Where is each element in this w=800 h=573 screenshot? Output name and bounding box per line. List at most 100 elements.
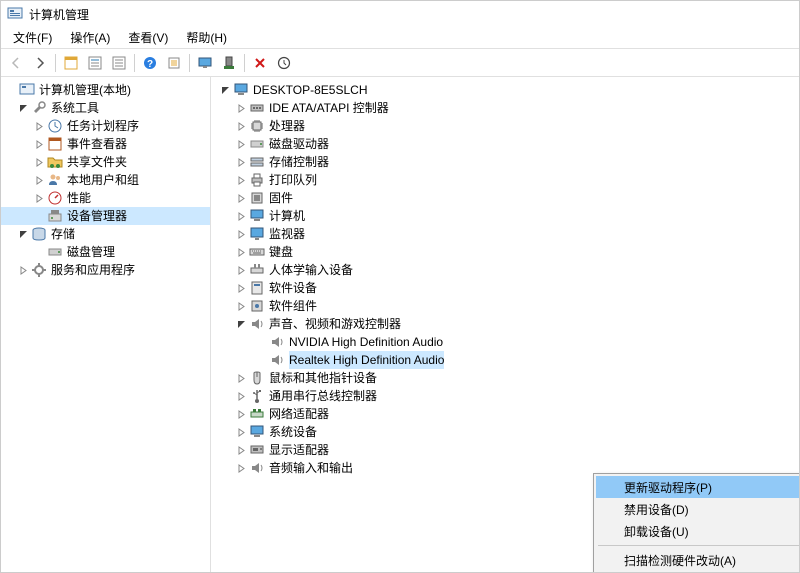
device-firmware[interactable]: 固件	[211, 189, 799, 207]
ctx-uninstall-device[interactable]: 卸载设备(U)	[596, 520, 799, 542]
device-storage-ctrl[interactable]: 存储控制器	[211, 153, 799, 171]
tree-task-scheduler[interactable]: 任务计划程序	[1, 117, 210, 135]
ctx-scan-hardware[interactable]: 扫描检测硬件改动(A)	[596, 549, 799, 571]
device-system[interactable]: 系统设备	[211, 423, 799, 441]
clock-icon	[47, 118, 63, 134]
expander-closed-icon[interactable]	[235, 102, 247, 114]
tree-local-users[interactable]: 本地用户和组	[1, 171, 210, 189]
expander-open-icon[interactable]	[17, 228, 29, 240]
device-network[interactable]: 网络适配器	[211, 405, 799, 423]
device-ide[interactable]: IDE ATA/ATAPI 控制器	[211, 99, 799, 117]
device-root[interactable]: DESKTOP-8E5SLCH	[211, 81, 799, 99]
device-mouse[interactable]: 鼠标和其他指针设备	[211, 369, 799, 387]
device-print-queues[interactable]: 打印队列	[211, 171, 799, 189]
properties-button[interactable]	[84, 52, 106, 74]
toolbar: ?	[1, 49, 799, 77]
tree-label: 磁盘驱动器	[269, 135, 329, 153]
menu-file[interactable]: 文件(F)	[5, 27, 60, 48]
tree-storage[interactable]: 存储	[1, 225, 210, 243]
device-computer[interactable]: 计算机	[211, 207, 799, 225]
forward-button[interactable]	[29, 52, 51, 74]
expander-closed-icon[interactable]	[235, 372, 247, 384]
tree-label: 监视器	[269, 225, 305, 243]
monitor-button[interactable]	[194, 52, 216, 74]
expander-closed-icon[interactable]	[33, 138, 45, 150]
expander-closed-icon[interactable]	[235, 282, 247, 294]
tree-label: 存储	[51, 225, 75, 243]
tree-services-apps[interactable]: 服务和应用程序	[1, 261, 210, 279]
device-sound-realtek[interactable]: Realtek High Definition Audio	[211, 351, 799, 369]
device-display[interactable]: 显示适配器	[211, 441, 799, 459]
device-sound[interactable]: 声音、视频和游戏控制器	[211, 315, 799, 333]
tree-system-tools[interactable]: 系统工具	[1, 99, 210, 117]
tree-root-local[interactable]: 计算机管理(本地)	[1, 81, 210, 99]
expander-open-icon[interactable]	[235, 318, 247, 330]
expander-closed-icon[interactable]	[235, 462, 247, 474]
delete-button[interactable]	[249, 52, 271, 74]
tree-device-manager[interactable]: 设备管理器	[1, 207, 210, 225]
services-icon	[31, 262, 47, 278]
help-button[interactable]: ?	[139, 52, 161, 74]
expander-closed-icon[interactable]	[33, 120, 45, 132]
expander-closed-icon[interactable]	[33, 174, 45, 186]
device-usb[interactable]: 通用串行总线控制器	[211, 387, 799, 405]
back-button[interactable]	[5, 52, 27, 74]
ctx-disable-device[interactable]: 禁用设备(D)	[596, 498, 799, 520]
device-software-comp[interactable]: 软件组件	[211, 297, 799, 315]
tree-label: 本地用户和组	[67, 171, 139, 189]
device-keyboard[interactable]: 键盘	[211, 243, 799, 261]
tree-disk-management[interactable]: 磁盘管理	[1, 243, 210, 261]
tree-label: 磁盘管理	[67, 243, 115, 261]
expander-closed-icon[interactable]	[235, 444, 247, 456]
speaker-icon	[249, 316, 265, 332]
expander-closed-icon[interactable]	[235, 156, 247, 168]
export-button[interactable]	[108, 52, 130, 74]
show-hide-tree-button[interactable]	[60, 52, 82, 74]
mouse-icon	[249, 370, 265, 386]
expander-closed-icon[interactable]	[235, 174, 247, 186]
tree-label: 任务计划程序	[67, 117, 139, 135]
left-tree-pane[interactable]: 计算机管理(本地) 系统工具 任务计划程序 事件查看器 共享文件夹	[1, 77, 211, 572]
scan-button[interactable]	[273, 52, 295, 74]
tree-label: 音频输入和输出	[269, 459, 353, 477]
tree-event-viewer[interactable]: 事件查看器	[1, 135, 210, 153]
menu-action[interactable]: 操作(A)	[62, 27, 118, 48]
expander-closed-icon[interactable]	[33, 192, 45, 204]
device-cpu[interactable]: 处理器	[211, 117, 799, 135]
expander-closed-icon[interactable]	[235, 300, 247, 312]
device-manager-pane[interactable]: DESKTOP-8E5SLCH IDE ATA/ATAPI 控制器 处理器 磁盘…	[211, 77, 799, 572]
device-hid[interactable]: 人体学输入设备	[211, 261, 799, 279]
expander-closed-icon[interactable]	[235, 426, 247, 438]
expander-closed-icon[interactable]	[235, 210, 247, 222]
device-disk-drives[interactable]: 磁盘驱动器	[211, 135, 799, 153]
menu-help[interactable]: 帮助(H)	[178, 27, 235, 48]
expander-closed-icon[interactable]	[235, 138, 247, 150]
expander-open-icon[interactable]	[17, 102, 29, 114]
hid-icon	[249, 262, 265, 278]
menu-view[interactable]: 查看(V)	[120, 27, 176, 48]
action-button[interactable]	[163, 52, 185, 74]
expander-closed-icon[interactable]	[235, 120, 247, 132]
device-software-dev[interactable]: 软件设备	[211, 279, 799, 297]
tree-performance[interactable]: 性能	[1, 189, 210, 207]
tools-icon	[31, 100, 47, 116]
expander-closed-icon[interactable]	[17, 264, 29, 276]
expander-closed-icon[interactable]	[235, 408, 247, 420]
tree-shared-folders[interactable]: 共享文件夹	[1, 153, 210, 171]
tree-label: 事件查看器	[67, 135, 127, 153]
device-monitor[interactable]: 监视器	[211, 225, 799, 243]
device-sound-nvidia[interactable]: NVIDIA High Definition Audio	[211, 333, 799, 351]
tree-label: 共享文件夹	[67, 153, 127, 171]
expander-closed-icon[interactable]	[33, 156, 45, 168]
storage-controller-icon	[249, 154, 265, 170]
expander-closed-icon[interactable]	[235, 264, 247, 276]
expander-closed-icon[interactable]	[235, 228, 247, 240]
ctx-update-driver[interactable]: 更新驱动程序(P)	[596, 476, 799, 498]
expander-open-icon[interactable]	[219, 84, 231, 96]
monitor-icon	[249, 226, 265, 242]
expander-closed-icon[interactable]	[235, 192, 247, 204]
disk-drive-icon	[249, 136, 265, 152]
expander-closed-icon[interactable]	[235, 246, 247, 258]
expander-closed-icon[interactable]	[235, 390, 247, 402]
device-button[interactable]	[218, 52, 240, 74]
